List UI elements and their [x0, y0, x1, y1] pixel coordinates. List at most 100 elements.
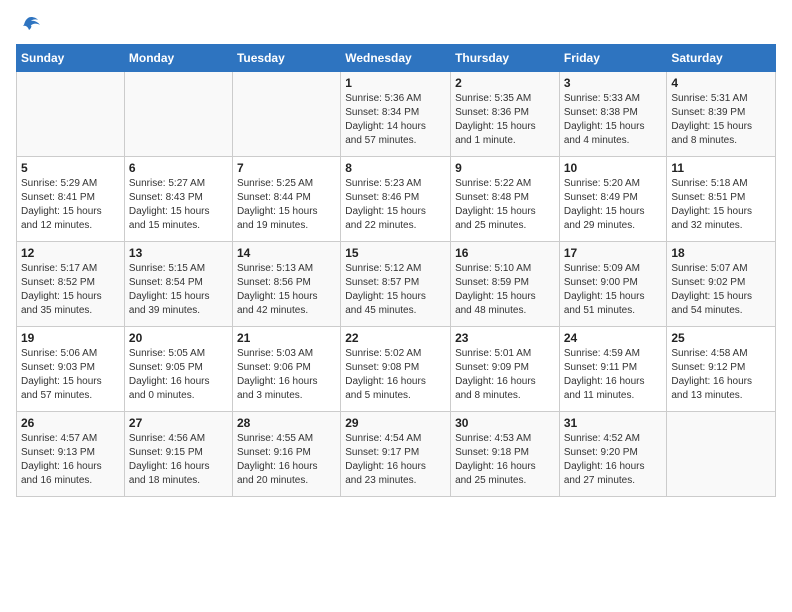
header-sunday: Sunday	[17, 45, 125, 72]
day-number: 18	[671, 246, 771, 260]
day-info: Sunrise: 4:54 AM Sunset: 9:17 PM Dayligh…	[345, 432, 446, 488]
day-info: Sunrise: 5:09 AM Sunset: 9:00 PM Dayligh…	[564, 262, 663, 318]
day-number: 24	[564, 331, 663, 345]
calendar-cell: 30 Sunrise: 4:53 AM Sunset: 9:18 PM Dayli…	[451, 412, 560, 497]
day-info: Sunrise: 5:25 AM Sunset: 8:44 PM Dayligh…	[237, 177, 336, 233]
day-number: 30	[455, 416, 555, 430]
day-number: 11	[671, 161, 771, 175]
calendar-cell: 16 Sunrise: 5:10 AM Sunset: 8:59 PM Dayli…	[451, 242, 560, 327]
day-info: Sunrise: 5:06 AM Sunset: 9:03 PM Dayligh…	[21, 347, 120, 403]
day-info: Sunrise: 5:31 AM Sunset: 8:39 PM Dayligh…	[671, 92, 771, 148]
calendar-cell	[232, 72, 340, 157]
calendar-week-4: 19 Sunrise: 5:06 AM Sunset: 9:03 PM Dayli…	[17, 327, 776, 412]
calendar-week-1: 1 Sunrise: 5:36 AM Sunset: 8:34 PM Daylig…	[17, 72, 776, 157]
day-info: Sunrise: 4:56 AM Sunset: 9:15 PM Dayligh…	[129, 432, 228, 488]
day-number: 7	[237, 161, 336, 175]
header-tuesday: Tuesday	[232, 45, 340, 72]
calendar-cell: 20 Sunrise: 5:05 AM Sunset: 9:05 PM Dayli…	[124, 327, 232, 412]
day-number: 31	[564, 416, 663, 430]
calendar-cell: 31 Sunrise: 4:52 AM Sunset: 9:20 PM Dayli…	[559, 412, 667, 497]
day-info: Sunrise: 5:03 AM Sunset: 9:06 PM Dayligh…	[237, 347, 336, 403]
day-info: Sunrise: 5:07 AM Sunset: 9:02 PM Dayligh…	[671, 262, 771, 318]
calendar-cell: 3Sunrise: 5:33 AM Sunset: 8:38 PM Daylig…	[559, 72, 667, 157]
day-number: 26	[21, 416, 120, 430]
day-number: 20	[129, 331, 228, 345]
calendar-cell: 22Sunrise: 5:02 AM Sunset: 9:08 PM Dayli…	[341, 327, 451, 412]
day-number: 6	[129, 161, 228, 175]
day-info: Sunrise: 4:58 AM Sunset: 9:12 PM Dayligh…	[671, 347, 771, 403]
day-number: 14	[237, 246, 336, 260]
day-number: 1	[345, 76, 446, 90]
day-number: 29	[345, 416, 446, 430]
logo	[16, 16, 40, 34]
calendar-cell: 21 Sunrise: 5:03 AM Sunset: 9:06 PM Dayli…	[232, 327, 340, 412]
calendar-cell: 7 Sunrise: 5:25 AM Sunset: 8:44 PM Daylig…	[232, 157, 340, 242]
day-info: Sunrise: 5:33 AM Sunset: 8:38 PM Dayligh…	[564, 92, 663, 148]
day-number: 16	[455, 246, 555, 260]
calendar-cell: 13 Sunrise: 5:15 AM Sunset: 8:54 PM Dayli…	[124, 242, 232, 327]
day-info: Sunrise: 5:22 AM Sunset: 8:48 PM Dayligh…	[455, 177, 555, 233]
day-number: 10	[564, 161, 663, 175]
day-number: 12	[21, 246, 120, 260]
header-saturday: Saturday	[667, 45, 776, 72]
logo-bird-icon	[18, 16, 40, 34]
calendar-cell: 18 Sunrise: 5:07 AM Sunset: 9:02 PM Dayli…	[667, 242, 776, 327]
day-number: 5	[21, 161, 120, 175]
calendar-cell: 12 Sunrise: 5:17 AM Sunset: 8:52 PM Dayli…	[17, 242, 125, 327]
day-number: 13	[129, 246, 228, 260]
calendar-cell: 10 Sunrise: 5:20 AM Sunset: 8:49 PM Dayli…	[559, 157, 667, 242]
day-number: 25	[671, 331, 771, 345]
day-number: 19	[21, 331, 120, 345]
day-info: Sunrise: 5:01 AM Sunset: 9:09 PM Dayligh…	[455, 347, 555, 403]
calendar-cell: 19 Sunrise: 5:06 AM Sunset: 9:03 PM Dayli…	[17, 327, 125, 412]
day-number: 23	[455, 331, 555, 345]
day-info: Sunrise: 5:12 AM Sunset: 8:57 PM Dayligh…	[345, 262, 446, 318]
day-info: Sunrise: 5:20 AM Sunset: 8:49 PM Dayligh…	[564, 177, 663, 233]
header-friday: Friday	[559, 45, 667, 72]
day-number: 8	[345, 161, 446, 175]
day-info: Sunrise: 4:52 AM Sunset: 9:20 PM Dayligh…	[564, 432, 663, 488]
calendar-cell: 6 Sunrise: 5:27 AM Sunset: 8:43 PM Daylig…	[124, 157, 232, 242]
day-info: Sunrise: 4:57 AM Sunset: 9:13 PM Dayligh…	[21, 432, 120, 488]
day-info: Sunrise: 5:05 AM Sunset: 9:05 PM Dayligh…	[129, 347, 228, 403]
day-info: Sunrise: 5:23 AM Sunset: 8:46 PM Dayligh…	[345, 177, 446, 233]
day-number: 4	[671, 76, 771, 90]
day-info: Sunrise: 5:17 AM Sunset: 8:52 PM Dayligh…	[21, 262, 120, 318]
day-number: 22	[345, 331, 446, 345]
header	[16, 16, 776, 34]
calendar-cell	[17, 72, 125, 157]
calendar-cell: 17 Sunrise: 5:09 AM Sunset: 9:00 PM Dayli…	[559, 242, 667, 327]
calendar-cell: 28 Sunrise: 4:55 AM Sunset: 9:16 PM Dayli…	[232, 412, 340, 497]
day-info: Sunrise: 5:10 AM Sunset: 8:59 PM Dayligh…	[455, 262, 555, 318]
day-info: Sunrise: 4:59 AM Sunset: 9:11 PM Dayligh…	[564, 347, 663, 403]
day-info: Sunrise: 5:18 AM Sunset: 8:51 PM Dayligh…	[671, 177, 771, 233]
day-number: 15	[345, 246, 446, 260]
header-thursday: Thursday	[451, 45, 560, 72]
calendar-cell: 8 Sunrise: 5:23 AM Sunset: 8:46 PM Daylig…	[341, 157, 451, 242]
day-number: 17	[564, 246, 663, 260]
calendar-table: SundayMondayTuesdayWednesdayThursdayFrid…	[16, 44, 776, 497]
calendar-cell: 24 Sunrise: 4:59 AM Sunset: 9:11 PM Dayli…	[559, 327, 667, 412]
calendar-cell: 11 Sunrise: 5:18 AM Sunset: 8:51 PM Dayli…	[667, 157, 776, 242]
day-info: Sunrise: 5:35 AM Sunset: 8:36 PM Dayligh…	[455, 92, 555, 148]
calendar-cell: 25 Sunrise: 4:58 AM Sunset: 9:12 PM Dayli…	[667, 327, 776, 412]
calendar-header-row: SundayMondayTuesdayWednesdayThursdayFrid…	[17, 45, 776, 72]
day-number: 28	[237, 416, 336, 430]
day-info: Sunrise: 5:13 AM Sunset: 8:56 PM Dayligh…	[237, 262, 336, 318]
calendar-cell: 15 Sunrise: 5:12 AM Sunset: 8:57 PM Dayli…	[341, 242, 451, 327]
day-number: 21	[237, 331, 336, 345]
calendar-cell	[667, 412, 776, 497]
calendar-cell: 4 Sunrise: 5:31 AM Sunset: 8:39 PM Daylig…	[667, 72, 776, 157]
calendar-cell: 14 Sunrise: 5:13 AM Sunset: 8:56 PM Dayli…	[232, 242, 340, 327]
day-info: Sunrise: 5:15 AM Sunset: 8:54 PM Dayligh…	[129, 262, 228, 318]
day-info: Sunrise: 5:36 AM Sunset: 8:34 PM Dayligh…	[345, 92, 446, 148]
calendar-cell: 26 Sunrise: 4:57 AM Sunset: 9:13 PM Dayli…	[17, 412, 125, 497]
day-number: 9	[455, 161, 555, 175]
day-info: Sunrise: 4:53 AM Sunset: 9:18 PM Dayligh…	[455, 432, 555, 488]
header-monday: Monday	[124, 45, 232, 72]
day-info: Sunrise: 4:55 AM Sunset: 9:16 PM Dayligh…	[237, 432, 336, 488]
day-info: Sunrise: 5:29 AM Sunset: 8:41 PM Dayligh…	[21, 177, 120, 233]
calendar-cell: 1 Sunrise: 5:36 AM Sunset: 8:34 PM Daylig…	[341, 72, 451, 157]
calendar-cell: 9 Sunrise: 5:22 AM Sunset: 8:48 PM Daylig…	[451, 157, 560, 242]
day-info: Sunrise: 5:27 AM Sunset: 8:43 PM Dayligh…	[129, 177, 228, 233]
